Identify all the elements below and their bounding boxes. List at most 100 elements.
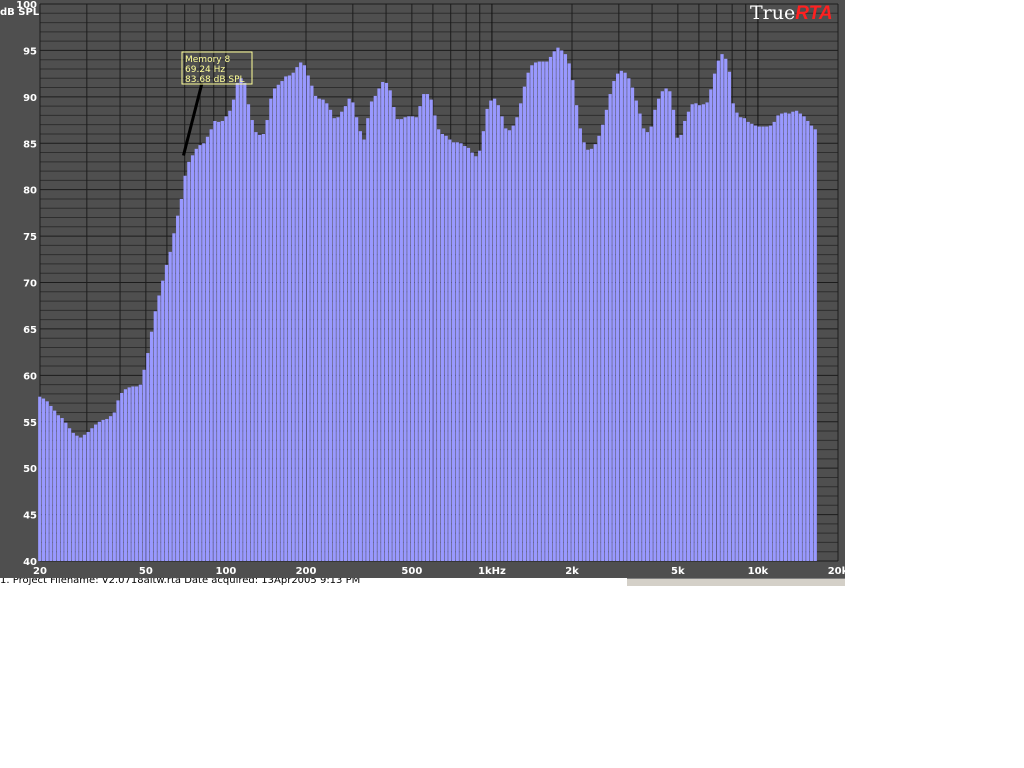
spectrum-bar (578, 128, 582, 561)
spectrum-bar (384, 82, 389, 562)
spectrum-bar (291, 72, 295, 562)
spectrum-bar (209, 129, 213, 561)
spectrum-bar (325, 103, 329, 561)
spectrum-bar (258, 134, 262, 561)
spectrum-bar (459, 143, 463, 561)
spectrum-bar (504, 128, 508, 561)
spectrum-bar (381, 81, 385, 561)
spectrum-bar (712, 73, 717, 561)
spectrum-bar (668, 91, 672, 561)
spectrum-bar (41, 398, 46, 561)
spectrum-bar (157, 295, 161, 561)
spectrum-bar (172, 233, 176, 561)
spectrum-bar (135, 386, 139, 561)
spectrum-bar (187, 161, 191, 562)
spectrum-bar (451, 142, 456, 562)
annotation-level: 83.68 dB SPL (185, 75, 245, 85)
spectrum-bar (224, 116, 228, 561)
spectrum-bar (757, 126, 761, 561)
spectrum-bar (213, 120, 217, 561)
spectrum-bar (444, 135, 448, 561)
spectrum-bar (425, 94, 430, 561)
spectrum-bar (522, 86, 527, 561)
spectrum-bar (355, 117, 359, 562)
y-tick-label: 75 (23, 232, 37, 243)
spectrum-bar (246, 104, 251, 561)
spectrum-bar (739, 117, 743, 562)
spectrum-bar (250, 120, 254, 562)
spectrum-bar (272, 88, 277, 561)
spectrum-bar (664, 88, 668, 561)
spectrum-bar (470, 152, 474, 562)
spectrum-bar (727, 71, 732, 561)
spectrum-bar (45, 401, 49, 561)
brand-rta: RTA (795, 3, 832, 24)
spectrum-bar (735, 112, 739, 562)
spectrum-bar (399, 119, 403, 561)
spectrum-bar (571, 80, 575, 561)
spectrum-bar (783, 112, 788, 562)
spectrum-bar (597, 135, 601, 561)
spectrum-bar (265, 120, 269, 562)
spectrum-bar (64, 422, 68, 561)
spectrum-bar (466, 147, 471, 561)
spectrum-bar (574, 105, 579, 562)
spectrum-bar (332, 118, 336, 561)
spectrum-bar (645, 132, 650, 562)
spectrum-bar (284, 76, 288, 561)
project-info-text: 1. Project Filename: V2.0718altw.rta Dat… (0, 578, 361, 586)
spectrum-bar (724, 58, 728, 561)
spectrum-bar (780, 113, 784, 561)
spectrum-bar (82, 434, 87, 561)
spectrum-bar (97, 421, 101, 561)
x-tick-label: 500 (401, 566, 422, 577)
spectrum-bar (716, 60, 720, 562)
spectrum-bar (217, 121, 221, 562)
y-tick-label: 65 (23, 325, 37, 336)
spectrum-bar (642, 128, 646, 561)
spectrum-bar (474, 156, 478, 561)
status-scrollbar[interactable] (627, 578, 845, 586)
spectrum-bar (530, 65, 534, 562)
spectrum-bar (791, 111, 795, 561)
spectrum-bar (299, 62, 303, 562)
spectrum-bar (806, 120, 810, 561)
spectrum-bar (437, 129, 441, 561)
spectrum-bar (463, 146, 467, 561)
spectrum-bar (440, 133, 444, 561)
spectrum-bar (489, 100, 493, 562)
spectrum-bar (690, 104, 694, 561)
spectrum-bar (630, 87, 635, 562)
spectrum-bar (545, 61, 549, 561)
status-bar: 1. Project Filename: V2.0718altw.rta Dat… (0, 578, 627, 586)
spectrum-bar (407, 116, 411, 561)
spectrum-bar (671, 109, 676, 561)
x-tick-label: 20k (828, 566, 845, 577)
spectrum-bar (269, 98, 273, 561)
spectrum-bar (533, 62, 538, 562)
spectrum-bar (582, 142, 586, 562)
annotation-leader-line (182, 82, 204, 156)
spectrum-bar (220, 120, 225, 561)
spectrum-bar (205, 136, 210, 562)
x-tick-label: 50 (139, 566, 153, 577)
spectrum-bar (94, 424, 98, 561)
spectrum-bar (746, 121, 750, 562)
spectrum-bar (71, 432, 75, 561)
spectrum-bar (731, 103, 735, 561)
spectrum-bar (276, 84, 280, 561)
y-tick-label: 95 (23, 46, 37, 57)
spectrum-bar (366, 118, 370, 561)
spectrum-bar (239, 78, 243, 562)
y-tick-label: 50 (23, 464, 37, 475)
svg-text:TrueRTA: TrueRTA (750, 2, 833, 24)
annotation-memory-label: Memory 8 (185, 55, 230, 65)
spectrum-bar (49, 405, 53, 561)
spectrum-bar (153, 311, 157, 561)
spectrum-bar (396, 119, 400, 561)
spectrum-bar (515, 117, 519, 562)
spectrum-bar (235, 82, 239, 562)
spectrum-bar (351, 102, 355, 562)
spectrum-bar (511, 125, 515, 561)
spectrum-bar (328, 109, 333, 561)
